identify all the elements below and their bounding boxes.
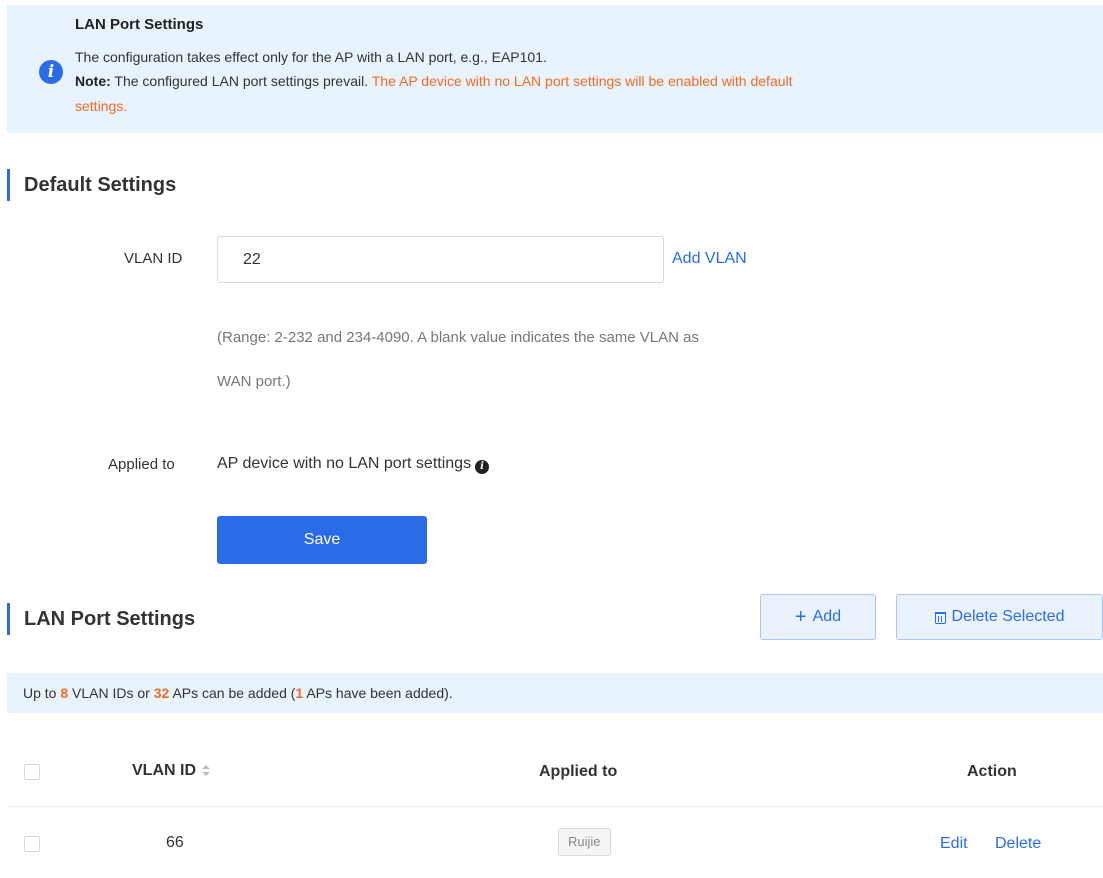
notice-line-1: The configuration takes effect only for … [75, 49, 547, 65]
add-vlan-link[interactable]: Add VLAN [672, 250, 747, 268]
info-icon[interactable]: i [475, 460, 490, 474]
note-label: Note: [75, 73, 111, 89]
row-checkbox[interactable] [24, 836, 40, 852]
add-button[interactable]: + Add [760, 594, 876, 640]
applied-to-value: AP device with no LAN port settings i [217, 455, 490, 474]
notice-note: Note: The configured LAN port settings p… [75, 73, 793, 89]
lan-port-settings-title: LAN Port Settings [24, 608, 196, 630]
save-button[interactable]: Save [217, 516, 427, 564]
delete-selected-button[interactable]: Delete Selected [896, 594, 1103, 640]
vlan-max-count: 8 [60, 685, 69, 701]
applied-to-text: AP device with no LAN port settings [217, 455, 472, 472]
column-header-vlan-id[interactable]: VLAN ID [132, 762, 210, 780]
lan-port-notice: i LAN Port Settings The configuration ta… [7, 5, 1103, 133]
applied-to-label: Applied to [108, 456, 175, 473]
plus-icon: + [794, 606, 807, 628]
edit-link[interactable]: Edit [940, 835, 968, 853]
limit-suffix: APs have been added). [303, 685, 453, 701]
row-vlan-id: 66 [166, 834, 184, 851]
table-row-divider [7, 806, 1103, 807]
note-warning: The AP device with no LAN port settings … [371, 73, 793, 89]
vlan-id-input[interactable] [217, 236, 664, 283]
vlan-id-header-label: VLAN ID [132, 762, 196, 779]
vlan-range-hint: (Range: 2-232 and 234-4090. A blank valu… [217, 329, 699, 346]
vlan-range-hint-continued: WAN port.) [217, 373, 291, 390]
trash-icon [934, 612, 946, 624]
delete-link[interactable]: Delete [995, 835, 1041, 853]
default-settings-title: Default Settings [24, 174, 177, 196]
limit-text-2: APs can be added ( [169, 685, 296, 701]
column-header-action: Action [967, 763, 1017, 780]
info-icon: i [39, 60, 63, 84]
limit-info-bar: Up to 8 VLAN IDs or 32 APs can be added … [7, 673, 1103, 713]
select-all-checkbox[interactable] [24, 764, 40, 780]
ap-max-count: 32 [153, 685, 170, 701]
limit-text-1: VLAN IDs or [68, 685, 154, 701]
note-warning-continued: settings. [75, 98, 128, 114]
delete-selected-label: Delete Selected [951, 608, 1065, 625]
section-accent-bar [7, 603, 10, 635]
applied-to-tag: Ruijie [558, 828, 611, 856]
column-header-applied-to: Applied to [539, 763, 618, 780]
vlan-id-label: VLAN ID [124, 250, 183, 267]
notice-title: LAN Port Settings [75, 16, 204, 33]
note-text: The configured LAN port settings prevail… [110, 73, 372, 89]
add-button-label: Add [812, 608, 842, 625]
limit-prefix: Up to [23, 685, 61, 701]
section-accent-bar [7, 169, 10, 201]
sort-icon[interactable] [202, 764, 210, 777]
